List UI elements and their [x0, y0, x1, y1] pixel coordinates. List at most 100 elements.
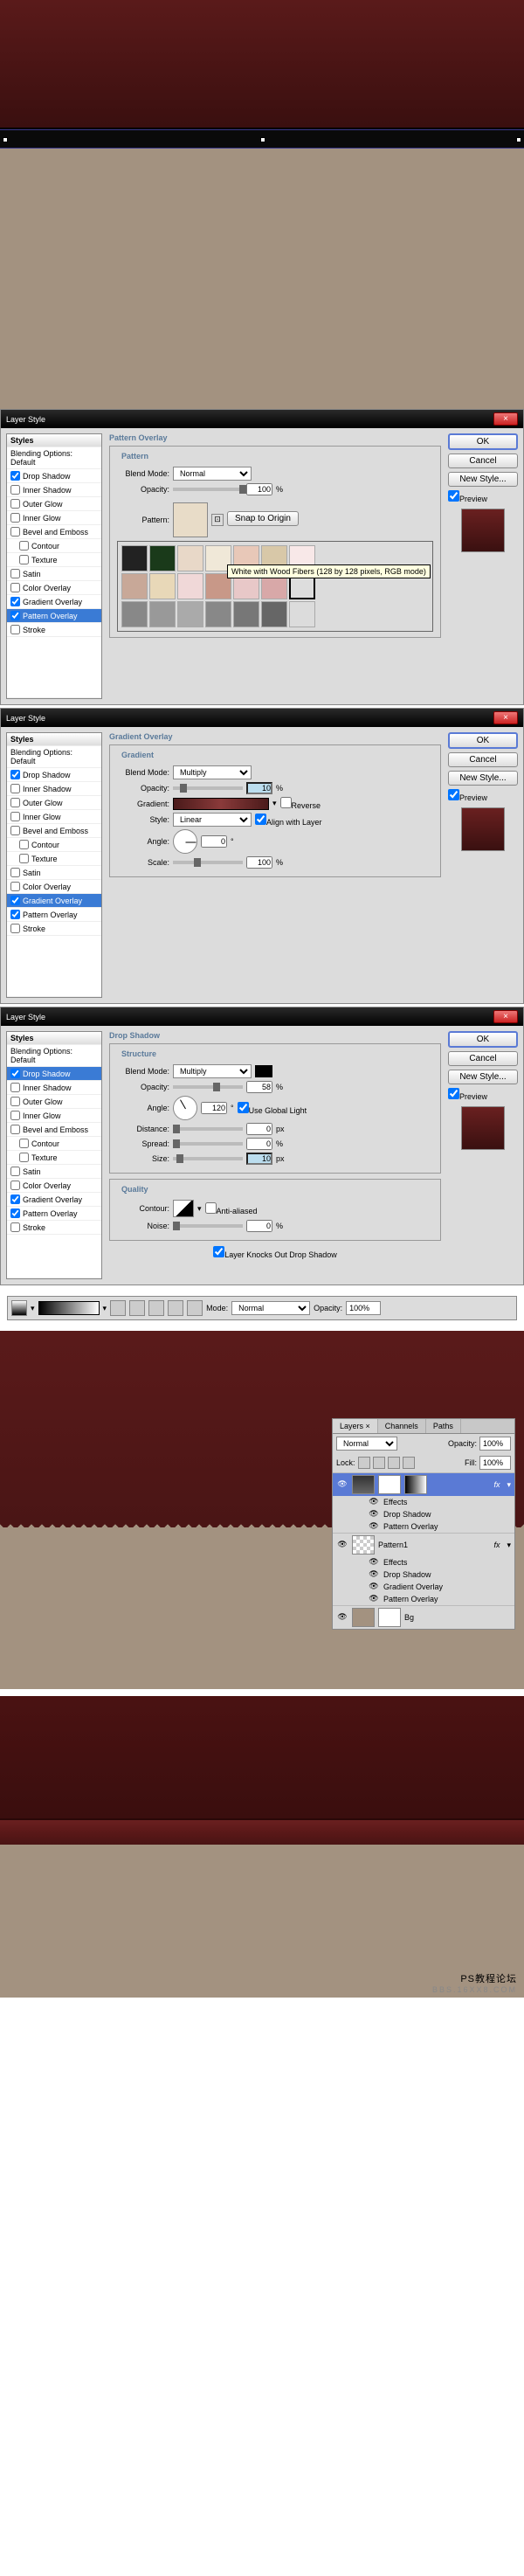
contour-picker[interactable] [173, 1200, 194, 1217]
style-select[interactable]: Linear [173, 813, 252, 827]
dialog-titlebar[interactable]: Layer Style× [1, 709, 523, 727]
blend-mode-select[interactable]: Multiply [173, 1064, 252, 1078]
radial-gradient-icon[interactable] [129, 1300, 145, 1316]
lock-transparent-icon[interactable] [358, 1457, 370, 1469]
layer-thumb[interactable] [352, 1535, 375, 1555]
cancel-button[interactable]: Cancel [448, 454, 518, 468]
dialog-titlebar[interactable]: Layer Style × [1, 410, 523, 428]
dropdown-icon[interactable]: ▾ [103, 1304, 107, 1313]
pattern-swatch[interactable] [233, 601, 259, 627]
blend-mode-select[interactable]: Normal [173, 467, 252, 481]
visibility-icon[interactable]: 👁 [336, 1540, 348, 1550]
pattern-swatch[interactable] [177, 601, 203, 627]
tab-paths[interactable]: Paths [426, 1419, 461, 1433]
opacity-slider[interactable] [173, 786, 243, 790]
pattern-swatch[interactable] [149, 601, 176, 627]
opacity-input[interactable] [246, 782, 272, 794]
new-style-button[interactable]: New Style... [448, 1070, 518, 1084]
dropdown-icon[interactable]: ▾ [31, 1304, 35, 1313]
linear-gradient-icon[interactable] [110, 1300, 126, 1316]
diamond-gradient-icon[interactable] [187, 1300, 203, 1316]
opacity-input[interactable] [246, 483, 272, 495]
pattern-swatch[interactable] [205, 601, 231, 627]
tab-channels[interactable]: Channels [378, 1419, 426, 1433]
dropdown-icon[interactable]: ▾ [197, 1204, 202, 1214]
lock-all-icon[interactable] [403, 1457, 415, 1469]
knockout-checkbox[interactable]: Layer Knocks Out Drop Shadow [213, 1246, 337, 1259]
new-preset-icon[interactable]: ⊡ [211, 514, 224, 526]
angle-dial[interactable] [173, 1096, 197, 1120]
global-light-checkbox[interactable]: Use Global Light [238, 1102, 307, 1115]
list-outer-glow[interactable]: Outer Glow [7, 497, 101, 511]
angle-gradient-icon[interactable] [148, 1300, 164, 1316]
lock-position-icon[interactable] [388, 1457, 400, 1469]
pattern-swatch[interactable] [289, 601, 315, 627]
list-texture[interactable]: Texture [7, 553, 101, 567]
mode-select[interactable]: Normal [231, 1301, 310, 1315]
transform-handle[interactable] [3, 137, 8, 142]
align-checkbox[interactable]: Align with Layer [255, 814, 322, 827]
opacity-slider[interactable] [173, 488, 243, 491]
pattern-swatch[interactable] [121, 545, 148, 571]
cancel-button[interactable]: Cancel [448, 1051, 518, 1066]
scale-input[interactable] [246, 856, 272, 869]
list-contour[interactable]: Contour [7, 539, 101, 553]
blending-options[interactable]: Blending Options: Default [7, 447, 101, 469]
list-gradient-overlay[interactable]: Gradient Overlay [7, 595, 101, 609]
scale-slider[interactable] [173, 861, 243, 864]
list-drop-shadow[interactable]: Drop Shadow [7, 469, 101, 483]
angle-dial[interactable] [173, 829, 197, 854]
close-button[interactable]: × [493, 1010, 518, 1023]
reflected-gradient-icon[interactable] [168, 1300, 183, 1316]
gradient-tool-icon[interactable] [11, 1300, 27, 1316]
snap-button[interactable]: Snap to Origin [227, 511, 299, 526]
list-drop-shadow[interactable]: Drop Shadow [7, 1067, 101, 1081]
styles-header[interactable]: Styles [7, 434, 101, 447]
pattern-swatch[interactable] [149, 545, 176, 571]
pattern-swatch[interactable] [121, 573, 148, 599]
noise-slider[interactable] [173, 1224, 243, 1228]
pattern-swatch[interactable] [121, 601, 148, 627]
opacity-slider[interactable] [173, 1085, 243, 1089]
mask-thumb[interactable] [378, 1608, 401, 1627]
list-inner-shadow[interactable]: Inner Shadow [7, 483, 101, 497]
lock-pixels-icon[interactable] [373, 1457, 385, 1469]
effect-pattern-overlay[interactable]: 👁Pattern Overlay [333, 1520, 514, 1533]
distance-slider[interactable] [173, 1127, 243, 1131]
transform-handle[interactable] [260, 137, 265, 142]
gradient-thumb[interactable] [404, 1475, 427, 1494]
layer-row-active[interactable]: 👁 fx▾ [333, 1472, 514, 1496]
dropdown-icon[interactable]: ▾ [272, 799, 277, 808]
close-button[interactable]: × [493, 711, 518, 724]
list-color-overlay[interactable]: Color Overlay [7, 581, 101, 595]
pattern-swatch[interactable] [149, 573, 176, 599]
list-bevel[interactable]: Bevel and Emboss [7, 525, 101, 539]
collapse-icon[interactable]: ▾ [507, 1480, 511, 1490]
new-style-button[interactable]: New Style... [448, 472, 518, 487]
list-satin[interactable]: Satin [7, 567, 101, 581]
layer-thumb[interactable] [352, 1475, 375, 1494]
color-swatch[interactable] [255, 1065, 272, 1077]
visibility-icon[interactable]: 👁 [336, 1479, 348, 1490]
cancel-button[interactable]: Cancel [448, 752, 518, 767]
pattern-thumb[interactable] [173, 502, 208, 537]
angle-input[interactable] [201, 835, 227, 848]
list-pattern-overlay[interactable]: Pattern Overlay [7, 609, 101, 623]
list-gradient-overlay[interactable]: Gradient Overlay [7, 894, 101, 908]
close-button[interactable]: × [493, 412, 518, 426]
dialog-titlebar[interactable]: Layer Style× [1, 1008, 523, 1026]
ok-button[interactable]: OK [448, 1031, 518, 1048]
pattern-swatch[interactable] [177, 545, 203, 571]
opacity-input[interactable] [346, 1301, 381, 1315]
effects-row[interactable]: 👁Effects [333, 1496, 514, 1508]
blend-select[interactable]: Normal [336, 1437, 397, 1451]
new-style-button[interactable]: New Style... [448, 771, 518, 786]
layer-thumb[interactable] [352, 1608, 375, 1627]
layer-row[interactable]: 👁 Pattern1 fx▾ [333, 1533, 514, 1556]
preview-checkbox[interactable]: Preview [448, 490, 518, 503]
visibility-icon[interactable]: 👁 [336, 1612, 348, 1623]
mask-thumb[interactable] [378, 1475, 401, 1494]
tab-layers[interactable]: Layers × [333, 1419, 378, 1433]
anti-aliased-checkbox[interactable]: Anti-aliased [205, 1202, 258, 1215]
gradient-preview[interactable] [173, 798, 269, 810]
